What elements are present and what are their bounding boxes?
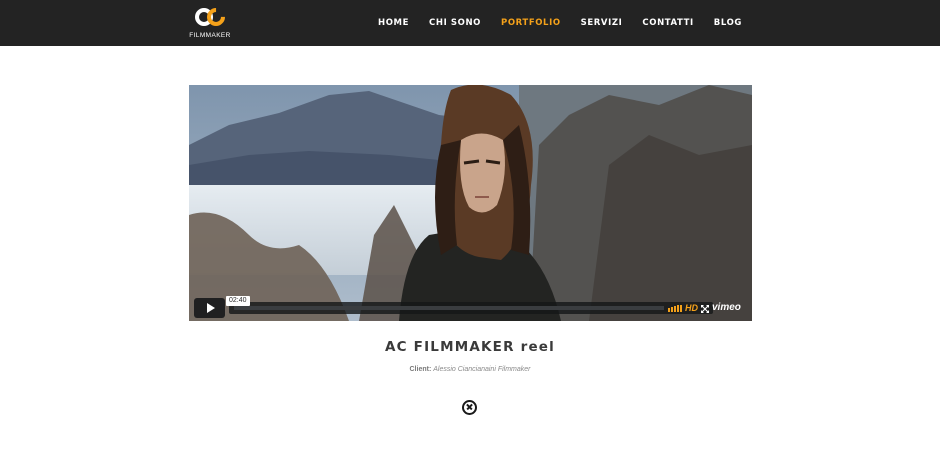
client-value: Alessio Ciancianaini Filmmaker	[433, 366, 531, 373]
project-client: Client: Alessio Ciancianaini Filmmaker	[0, 366, 940, 373]
time-display: 02:40	[226, 296, 250, 306]
top-navigation-bar: FILMMAKER HOME CHI SONO PORTFOLIO SERVIZ…	[0, 0, 940, 46]
vimeo-logo[interactable]: vimeo	[712, 302, 741, 313]
main-nav: HOME CHI SONO PORTFOLIO SERVIZI CONTATTI…	[358, 0, 742, 46]
site-logo[interactable]: FILMMAKER	[188, 4, 232, 41]
project-title: AC FILMMAKER reel	[385, 339, 555, 355]
video-frame-image	[189, 85, 752, 321]
video-controls: 02:40 HD vimeo	[189, 293, 752, 321]
progress-bar[interactable]	[234, 306, 664, 310]
nav-item-chi-sono[interactable]: CHI SONO	[429, 18, 481, 28]
nav-item-portfolio[interactable]: PORTFOLIO	[501, 18, 561, 28]
video-player[interactable]: 02:40 HD vimeo	[189, 85, 752, 321]
fullscreen-icon[interactable]	[701, 305, 709, 313]
client-label: Client:	[409, 366, 432, 373]
hd-toggle[interactable]: HD	[685, 303, 698, 313]
nav-item-servizi[interactable]: SERVIZI	[581, 18, 623, 28]
close-icon[interactable]	[462, 400, 477, 415]
play-icon	[206, 303, 215, 313]
logo-text: FILMMAKER	[189, 32, 231, 39]
play-button[interactable]	[194, 298, 225, 318]
volume-icon[interactable]	[668, 305, 682, 312]
nav-item-home[interactable]: HOME	[378, 18, 409, 28]
ac-logo-icon	[192, 4, 229, 30]
nav-item-contatti[interactable]: CONTATTI	[642, 18, 693, 28]
nav-item-blog[interactable]: BLOG	[714, 18, 742, 28]
